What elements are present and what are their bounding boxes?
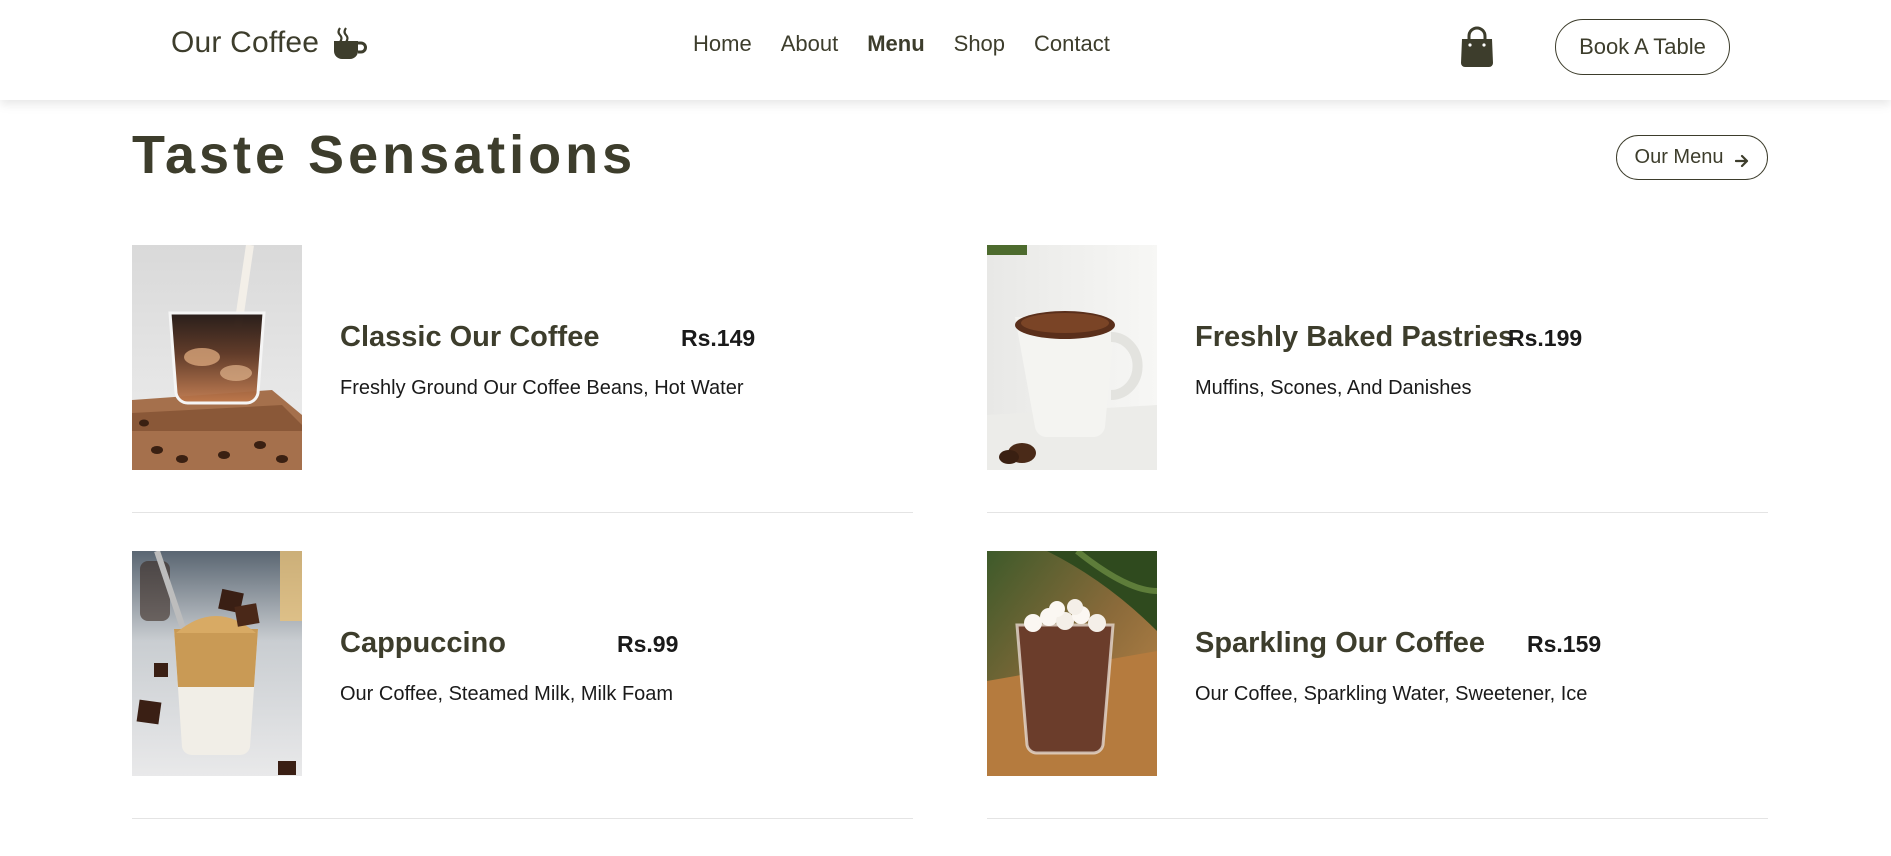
item-price: Rs.199 — [1508, 325, 1583, 351]
item-description: Muffins, Scones, And Danishes — [1195, 377, 1472, 399]
coffee-cup-icon — [331, 26, 368, 60]
divider — [132, 818, 913, 819]
item-price: Rs.99 — [617, 631, 679, 657]
shopping-bag-icon[interactable] — [1457, 26, 1497, 68]
nav-menu[interactable]: Menu — [867, 31, 924, 57]
our-menu-button[interactable]: Our Menu — [1616, 135, 1768, 180]
item-image-coffee-cup — [987, 245, 1157, 470]
arrow-right-icon — [1735, 151, 1749, 167]
our-menu-label: Our Menu — [1634, 146, 1724, 168]
nav-shop[interactable]: Shop — [954, 31, 1005, 57]
nav-home[interactable]: Home — [693, 31, 752, 57]
item-price: Rs.159 — [1527, 631, 1602, 657]
item-image-dalgona-coffee — [132, 551, 302, 776]
divider — [987, 512, 1768, 513]
section-title: Taste Sensations — [132, 125, 637, 185]
nav-about[interactable]: About — [781, 31, 839, 57]
brand[interactable]: Our Coffee — [171, 26, 368, 60]
item-name: Cappuccino — [340, 627, 506, 659]
divider — [132, 512, 913, 513]
site-header: Our Coffee Home About Menu Shop Contact … — [0, 0, 1891, 100]
item-description: Our Coffee, Steamed Milk, Milk Foam — [340, 683, 674, 705]
item-name: Sparkling Our Coffee — [1195, 627, 1486, 659]
book-table-button[interactable]: Book A Table — [1555, 19, 1730, 75]
nav-contact[interactable]: Contact — [1034, 31, 1110, 57]
item-image-hot-chocolate — [987, 551, 1157, 776]
brand-name: Our Coffee — [171, 26, 320, 59]
menu-item: Classic Our Coffee Rs.149 Freshly Ground… — [132, 245, 913, 515]
menu-item: Sparkling Our Coffee Rs.159 Our Coffee, … — [987, 551, 1768, 821]
main-nav: Home About Menu Shop Contact — [693, 31, 1110, 57]
divider — [987, 818, 1768, 819]
item-name: Freshly Baked Pastries — [1195, 321, 1515, 353]
item-description: Freshly Ground Our Coffee Beans, Hot Wat… — [340, 377, 744, 399]
item-description: Our Coffee, Sparkling Water, Sweetener, … — [1195, 683, 1588, 705]
menu-item: Cappuccino Rs.99 Our Coffee, Steamed Mil… — [132, 551, 913, 821]
menu-item: Freshly Baked Pastries Rs.199 Muffins, S… — [987, 245, 1768, 515]
item-image-iced-coffee — [132, 245, 302, 470]
item-name: Classic Our Coffee — [340, 321, 600, 353]
item-price: Rs.149 — [681, 325, 756, 351]
